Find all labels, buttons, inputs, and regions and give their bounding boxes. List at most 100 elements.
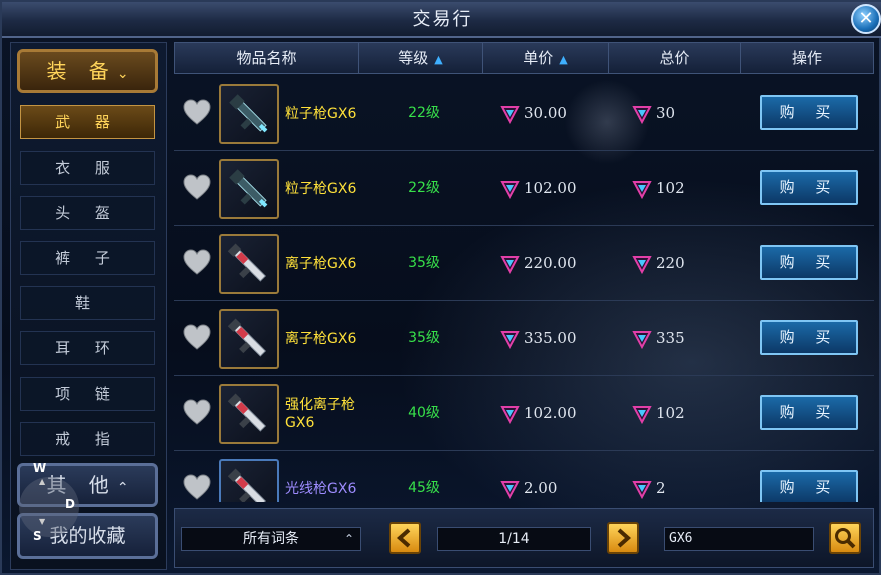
gem-currency-icon bbox=[500, 254, 524, 274]
sidebar-item-shoes[interactable]: 鞋 bbox=[20, 286, 155, 320]
unit-price: 102.00 bbox=[500, 151, 620, 226]
sidebar-item-clothes[interactable]: 衣 服 bbox=[20, 151, 155, 185]
sidebar-item-helmet[interactable]: 头 盔 bbox=[20, 196, 155, 230]
next-page-button[interactable] bbox=[607, 522, 639, 554]
chevron-up-icon: ⌃ bbox=[116, 480, 129, 496]
category-header-equipment[interactable]: 装 备⌄ bbox=[17, 49, 158, 93]
total-price: 30 bbox=[632, 76, 732, 151]
item-name: 离子枪GX6 bbox=[285, 301, 360, 376]
item-icon-slot[interactable] bbox=[219, 309, 279, 369]
favorite-heart-icon[interactable] bbox=[182, 473, 212, 501]
weapon-icon bbox=[221, 393, 277, 446]
buy-button[interactable]: 购 买 bbox=[760, 395, 858, 430]
total-price-value: 102 bbox=[656, 179, 685, 197]
buy-button[interactable]: 购 买 bbox=[760, 320, 858, 355]
table-row: 离子枪GX6 35级 220.00 220 购 买 bbox=[174, 226, 874, 301]
item-icon-slot[interactable] bbox=[219, 84, 279, 144]
item-name-label: 强化离子枪GX6 bbox=[285, 396, 355, 431]
attribute-filter-select[interactable]: 所有词条 ⌃ bbox=[181, 527, 361, 551]
item-name-label: 粒子枪GX6 bbox=[285, 105, 357, 122]
item-icon-slot[interactable] bbox=[219, 459, 279, 502]
buy-button[interactable]: 购 买 bbox=[760, 95, 858, 130]
chevron-up-icon: ⌃ bbox=[343, 532, 354, 546]
key-d-label: D bbox=[65, 497, 75, 511]
key-w-label: W bbox=[33, 461, 47, 475]
unit-price-value: 2.00 bbox=[524, 479, 558, 497]
search-button[interactable] bbox=[829, 522, 861, 554]
key-s-label: S bbox=[33, 529, 42, 543]
total-price-value: 102 bbox=[656, 404, 685, 422]
sidebar-item-ring[interactable]: 戒 指 bbox=[20, 422, 155, 456]
item-name: 强化离子枪GX6 bbox=[285, 376, 360, 451]
item-name-label: 光线枪GX6 bbox=[285, 480, 357, 497]
item-icon-slot[interactable] bbox=[219, 384, 279, 444]
item-name: 光线枪GX6 bbox=[285, 451, 360, 502]
search-input[interactable]: GX6 bbox=[664, 527, 814, 551]
search-icon bbox=[835, 528, 856, 549]
close-button[interactable]: ✕ bbox=[851, 4, 881, 34]
gem-currency-icon bbox=[500, 479, 524, 499]
item-name: 粒子枪GX6 bbox=[285, 151, 360, 226]
table-row: 光线枪GX6 45级 2.00 2 购 买 bbox=[174, 451, 874, 502]
title-bar: 交易行 ✕ bbox=[2, 2, 881, 38]
unit-price-value: 335.00 bbox=[524, 329, 577, 347]
gem-currency-icon bbox=[632, 329, 656, 349]
arrow-down-icon: ▼ bbox=[39, 517, 46, 526]
total-price: 220 bbox=[632, 226, 732, 301]
total-price-value: 335 bbox=[656, 329, 685, 347]
unit-price: 220.00 bbox=[500, 226, 620, 301]
unit-price-value: 102.00 bbox=[524, 179, 577, 197]
item-level: 22级 bbox=[408, 180, 440, 196]
pagination-bar: 所有词条 ⌃ 1/14 GX6 bbox=[174, 508, 874, 568]
arrow-left-icon bbox=[396, 528, 411, 548]
item-icon-slot[interactable] bbox=[219, 159, 279, 219]
favorite-heart-icon[interactable] bbox=[182, 98, 212, 126]
sidebar-item-necklace[interactable]: 项 链 bbox=[20, 377, 155, 411]
item-level: 35级 bbox=[408, 255, 440, 271]
unit-price-value: 220.00 bbox=[524, 254, 577, 272]
table-row: 强化离子枪GX6 40级 102.00 102 购 买 bbox=[174, 376, 874, 451]
item-name-label: 粒子枪GX6 bbox=[285, 180, 357, 197]
item-name-label: 离子枪GX6 bbox=[285, 330, 357, 347]
buy-button[interactable]: 购 买 bbox=[760, 245, 858, 280]
favorite-heart-icon[interactable] bbox=[182, 323, 212, 351]
total-price-value: 2 bbox=[656, 479, 666, 497]
item-name-label: 离子枪GX6 bbox=[285, 255, 357, 272]
favorite-heart-icon[interactable] bbox=[182, 173, 212, 201]
total-price: 2 bbox=[632, 451, 732, 502]
arrow-right-icon bbox=[617, 528, 632, 548]
weapon-icon bbox=[221, 169, 277, 221]
sidebar-item-earring[interactable]: 耳 环 bbox=[20, 331, 155, 365]
item-level: 22级 bbox=[408, 105, 440, 121]
sidebar-item-pants[interactable]: 裤 子 bbox=[20, 241, 155, 275]
table-row: 离子枪GX6 35级 335.00 335 购 买 bbox=[174, 301, 874, 376]
item-level: 40级 bbox=[408, 405, 440, 421]
window-title: 交易行 bbox=[412, 9, 473, 30]
item-name: 粒子枪GX6 bbox=[285, 76, 360, 151]
gem-currency-icon bbox=[632, 479, 656, 499]
sidebar-item-weapon[interactable]: 武 器 bbox=[20, 105, 155, 139]
gem-currency-icon bbox=[632, 254, 656, 274]
wasd-overlay: W ▲ D ▼ S bbox=[17, 457, 89, 547]
trade-window: 交易行 ✕ 装 备⌄ 武 器 衣 服 头 盔 裤 子 鞋 耳 环 项 链 戒 指… bbox=[0, 0, 881, 575]
buy-button[interactable]: 购 买 bbox=[760, 470, 858, 502]
unit-price: 30.00 bbox=[500, 76, 620, 151]
favorite-heart-icon[interactable] bbox=[182, 248, 212, 276]
arrow-up-icon: ▲ bbox=[39, 477, 46, 486]
unit-price: 2.00 bbox=[500, 451, 620, 502]
category-header-label: 装 备 bbox=[46, 59, 117, 83]
item-icon-slot[interactable] bbox=[219, 234, 279, 294]
unit-price: 335.00 bbox=[500, 301, 620, 376]
listing-table: 物品名称 等级 ▲ 单价 ▲ 总价 操作 粒子枪GX6 22级 30.00 30 购 买粒子… bbox=[174, 42, 874, 502]
unit-price-value: 30.00 bbox=[524, 104, 567, 122]
buy-button[interactable]: 购 买 bbox=[760, 170, 858, 205]
total-price: 335 bbox=[632, 301, 732, 376]
prev-page-button[interactable] bbox=[389, 522, 421, 554]
total-price-value: 220 bbox=[656, 254, 685, 272]
gem-currency-icon bbox=[500, 104, 524, 124]
item-name: 离子枪GX6 bbox=[285, 226, 360, 301]
filter-select-value: 所有词条 bbox=[243, 531, 299, 547]
close-icon: ✕ bbox=[858, 8, 874, 29]
page-indicator: 1/14 bbox=[437, 527, 591, 551]
favorite-heart-icon[interactable] bbox=[182, 398, 212, 426]
